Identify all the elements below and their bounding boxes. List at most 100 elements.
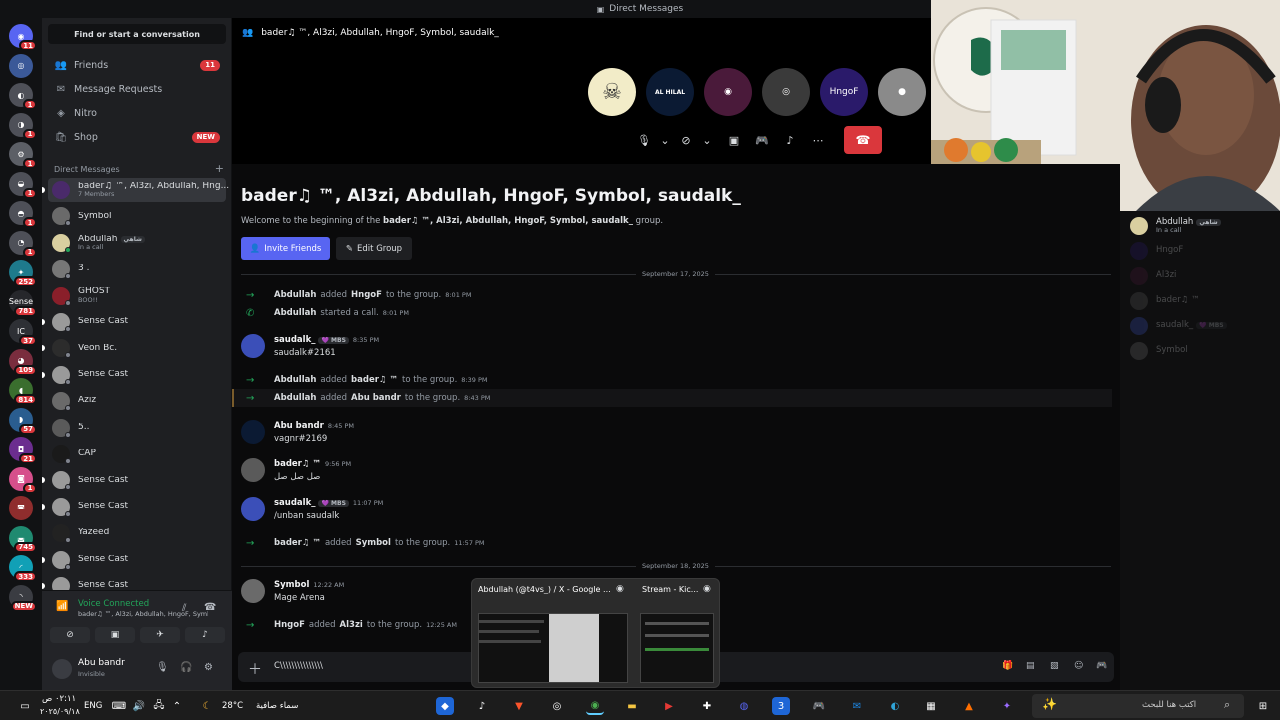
folder-icon[interactable]: ▬ (623, 697, 641, 715)
dm-item[interactable]: Sense Cast (42, 548, 226, 572)
server-icon[interactable]: ◙ 1 (9, 466, 37, 494)
gamepad-icon[interactable]: 🎮 (810, 697, 828, 715)
server-icon[interactable]: ◘ 21 (9, 437, 37, 464)
participant-tile[interactable]: ◎ (762, 68, 810, 116)
server-icon[interactable]: ◝ NEW (9, 584, 37, 612)
plus-icon[interactable]: ＋ (248, 659, 262, 679)
dm-item[interactable]: GHOST BOO!! (48, 284, 226, 308)
avatar[interactable] (241, 334, 265, 358)
preview-title-1[interactable]: Abdullah (@t4vs_) / X - Google ... (478, 585, 616, 594)
discord-icon[interactable]: ◍ (735, 697, 753, 715)
server-icon[interactable]: ◉ 11 (9, 24, 37, 51)
signal-icon[interactable]: 📶 (56, 601, 68, 612)
chevron-up-icon[interactable]: ⌃ (168, 697, 186, 715)
store-icon[interactable]: ▦ (922, 697, 940, 715)
keyboard-icon[interactable]: ⌨ (110, 697, 128, 715)
gift-icon[interactable]: 🎁 (1002, 661, 1013, 671)
participant-tile[interactable]: HngoF (820, 68, 868, 116)
member-item[interactable]: saudalk_ 💜 MBS (1130, 315, 1227, 337)
voice-channel[interactable]: bader♫ ™, Al3zi, Abdullah, HngoF, Symbol… (78, 610, 208, 618)
participant-tile[interactable]: AL HILAL (646, 68, 694, 116)
author-name[interactable]: saudalk_ (274, 335, 315, 345)
weather-temp[interactable]: 28°C (222, 701, 243, 711)
server-icon[interactable]: ◚ (9, 496, 33, 520)
disconnect-icon[interactable]: ☎ (204, 602, 216, 613)
dm-item[interactable]: Sense Cast (42, 310, 226, 334)
brave-icon[interactable]: ▼ (510, 697, 528, 715)
app-icon[interactable]: ▲ (960, 697, 978, 715)
soundboard-button[interactable]: ♪ (776, 129, 804, 151)
target-name[interactable]: Symbol (356, 538, 391, 548)
target-name[interactable]: HngoF (351, 290, 382, 300)
server-icon[interactable]: ◎ (9, 53, 33, 78)
obs-icon[interactable]: ◎ (548, 697, 566, 715)
server-icon[interactable]: ◐ 1 (9, 83, 37, 110)
volume-icon[interactable]: 🔊 (130, 697, 148, 715)
target-name[interactable]: bader♫ ™ (351, 375, 398, 385)
notifications-icon[interactable]: ▭ (16, 697, 34, 715)
actor-name[interactable]: Abdullah (274, 375, 316, 385)
participant-tile[interactable]: ◉ (704, 68, 752, 116)
language-indicator[interactable]: ENG (84, 701, 102, 711)
server-icon[interactable]: ⚙ 1 (9, 142, 37, 169)
actor-name[interactable]: bader♫ ™ (274, 538, 321, 548)
clock-date[interactable]: ٢٠٢٥/٠٩/١٨ (40, 707, 80, 716)
nav-item-nitro[interactable]: ◈ Nitro (48, 102, 226, 124)
avatar[interactable] (52, 659, 72, 679)
avatar[interactable] (241, 497, 265, 521)
screen-share-button[interactable]: ▣ (720, 129, 748, 151)
camera-button[interactable]: ⊘ (672, 129, 700, 151)
dm-item[interactable]: bader♫ ™, Al3zi, Abdullah, Hng... 7 Membe… (42, 178, 229, 202)
app-icon[interactable]: ◆ (436, 697, 454, 715)
invite-friends-button[interactable]: 👤 Invite Friends (241, 237, 330, 260)
copilot-icon[interactable]: ✦ (998, 697, 1016, 715)
dm-item[interactable]: 3 . (48, 257, 226, 281)
tiktok-icon[interactable]: ♪ (473, 697, 491, 715)
server-icon[interactable]: ◑ 1 (9, 112, 37, 140)
server-icon[interactable]: ◒ 1 (9, 171, 37, 199)
actor-name[interactable]: HngoF (274, 620, 305, 630)
hangup-button[interactable]: ☎ (844, 126, 882, 154)
gif-icon[interactable]: ▤ (1026, 661, 1035, 671)
server-icon[interactable]: ◜ 333 (9, 555, 37, 582)
create-dm-icon[interactable]: + (215, 162, 224, 175)
server-icon[interactable]: ◓ 1 (9, 201, 37, 228)
nav-item-friends[interactable]: 👥 Friends 11 (48, 54, 226, 76)
search-box[interactable]: ✨ اكتب هنا للبحث ⌕ (1032, 694, 1244, 718)
nav-item-message-requests[interactable]: ✉ Message Requests (48, 78, 226, 100)
edge-icon[interactable]: ◐ (886, 697, 904, 715)
target-name[interactable]: Abu bandr (351, 393, 401, 403)
dm-item[interactable]: Yazeed (48, 521, 226, 545)
server-icon[interactable]: IC 37 (9, 319, 37, 346)
actor-name[interactable]: Abdullah (274, 290, 316, 300)
more-button[interactable]: ⋯ (804, 129, 832, 151)
activity-button[interactable]: ✈ (140, 627, 180, 643)
clock-time[interactable]: ٠٢:١١ ص (42, 694, 76, 704)
server-icon[interactable]: ✦ 252 (9, 260, 37, 287)
member-item[interactable]: Al3zi (1130, 265, 1176, 287)
participant-tile[interactable]: ● (878, 68, 926, 116)
server-icon[interactable]: ◔ 1 (9, 230, 37, 258)
sticker-icon[interactable]: ▧ (1050, 661, 1059, 671)
youtube-icon[interactable]: ▶ (660, 697, 678, 715)
avatar[interactable] (241, 579, 265, 603)
preview-thumbnail-2[interactable] (640, 613, 714, 683)
noise-suppression-icon[interactable]: ⫽ (182, 603, 186, 614)
windows-icon[interactable]: ⊞ (1254, 697, 1272, 715)
dm-item[interactable]: Sense Cast (42, 495, 226, 519)
server-icon[interactable]: ◖ 814 (9, 378, 37, 405)
avatar[interactable] (241, 420, 265, 444)
mute-button[interactable]: 🎙 (630, 129, 658, 151)
actor-name[interactable]: Abdullah (274, 308, 316, 318)
app-icon[interactable]: ✚ (698, 697, 716, 715)
target-name[interactable]: Al3zi (340, 620, 363, 630)
server-icon[interactable]: ◛ 745 (9, 525, 37, 553)
server-icon[interactable]: Sense 781 (9, 289, 37, 317)
gear-icon[interactable]: ⚙ (204, 662, 213, 673)
dm-item[interactable]: CAP (48, 442, 226, 466)
member-item[interactable]: HngoF (1130, 240, 1183, 262)
edit-group-button[interactable]: ✎ Edit Group (336, 237, 412, 260)
microphone-icon[interactable]: 🎙 (156, 662, 169, 673)
dm-item[interactable]: 5.. (48, 416, 226, 440)
dm-item[interactable]: Sense Cast (42, 468, 226, 492)
